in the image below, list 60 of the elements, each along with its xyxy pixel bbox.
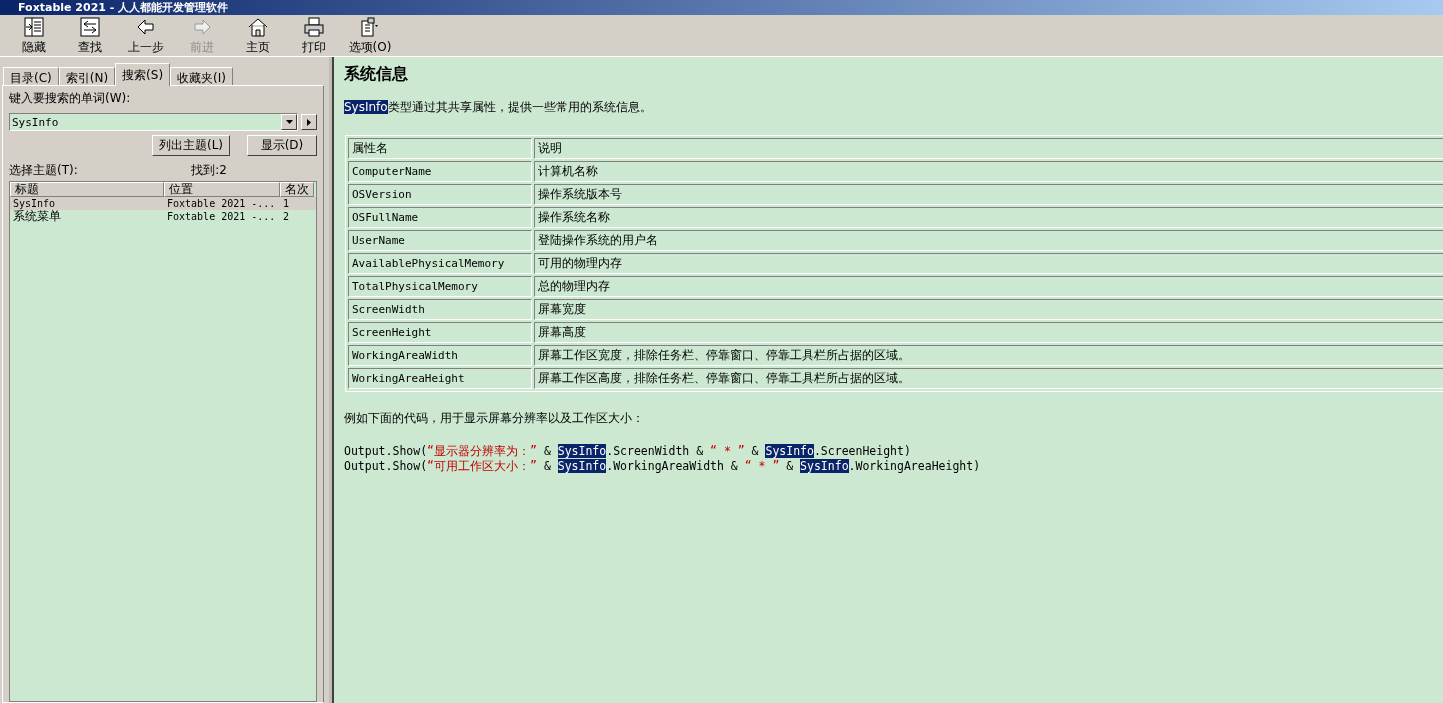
table-cell: 屏幕宽度 bbox=[534, 299, 1443, 320]
toolbar-button[interactable]: 主页 bbox=[230, 17, 286, 56]
search-field[interactable]: SysInfo bbox=[9, 113, 298, 131]
window-title: Foxtable 2021 - 人人都能开发管理软件 bbox=[18, 1, 229, 14]
table-cell: AvailablePhysicalMemory bbox=[348, 253, 532, 274]
table-cell: TotalPhysicalMemory bbox=[348, 276, 532, 297]
intro-paragraph: SysInfo类型通过其共享属性，提供一些常用的系统信息。 bbox=[344, 99, 653, 115]
found-count: 找到:2 bbox=[191, 162, 227, 179]
printer-icon bbox=[304, 17, 324, 37]
panel-tab[interactable]: 搜索(S) bbox=[115, 63, 171, 86]
topic-heading: 系统信息 bbox=[344, 63, 409, 85]
right-arrow-icon bbox=[192, 17, 212, 37]
column-header[interactable]: 位置 bbox=[164, 182, 280, 197]
panel-tab[interactable]: 收藏夹(I) bbox=[170, 67, 233, 85]
result-row[interactable]: SysInfo Foxtable 2021 -... 1 bbox=[10, 197, 316, 210]
code-line: Output.Show(“显示器分辨率为：” & SysInfo.ScreenWidth & “ * ” & SysInfo.ScreenHeight) bbox=[344, 444, 912, 459]
right-triangle-icon bbox=[307, 118, 311, 126]
table-cell: 总的物理内存 bbox=[534, 276, 1443, 297]
list-topics-button[interactable]: 列出主题(L) bbox=[152, 135, 230, 156]
document-settings-icon bbox=[360, 17, 380, 37]
column-header[interactable]: 名次 bbox=[280, 182, 314, 197]
table-cell: 计算机名称 bbox=[534, 161, 1443, 182]
table-cell: ComputerName bbox=[348, 161, 532, 182]
toolbar-button[interactable]: 隐藏 bbox=[6, 17, 62, 56]
table-cell: 可用的物理内存 bbox=[534, 253, 1443, 274]
toolbar-button[interactable]: 查找 bbox=[62, 17, 118, 56]
table-cell: OSVersion bbox=[348, 184, 532, 205]
toolbar-button[interactable]: 打印 bbox=[286, 17, 342, 56]
left-arrow-icon bbox=[136, 17, 156, 37]
table-cell: UserName bbox=[348, 230, 532, 251]
panel-tab[interactable]: 目录(C) bbox=[3, 67, 59, 85]
table-cell: ScreenHeight bbox=[348, 322, 532, 343]
find-icon bbox=[80, 17, 100, 37]
dropdown-button[interactable] bbox=[281, 114, 297, 130]
table-cell: 操作系统版本号 bbox=[534, 184, 1443, 205]
home-icon bbox=[248, 17, 268, 37]
pane-toggle-icon bbox=[24, 17, 44, 37]
table-cell: WorkingAreaWidth bbox=[348, 345, 532, 366]
table-cell: OSFullName bbox=[348, 207, 532, 228]
example-text: 例如下面的代码，用于显示屏幕分辨率以及工作区大小： bbox=[344, 410, 645, 426]
table-cell: 屏幕工作区宽度，排除任务栏、停靠窗口、停靠工具栏所占据的区域。 bbox=[534, 345, 1443, 366]
toolbar-button[interactable]: 上一步 bbox=[118, 17, 174, 56]
table-cell: WorkingAreaHeight bbox=[348, 368, 532, 389]
table-header-cell: 说明 bbox=[534, 138, 1443, 159]
table-cell: 屏幕工作区高度，排除任务栏、停靠窗口、停靠工具栏所占据的区域。 bbox=[534, 368, 1443, 389]
search-label: 键入要搜索的单词(W): bbox=[9, 90, 132, 107]
display-button[interactable]: 显示(D) bbox=[247, 135, 317, 156]
table-header-cell: 属性名 bbox=[348, 138, 532, 159]
caret-icon bbox=[285, 120, 293, 124]
result-row[interactable]: 系统菜单 Foxtable 2021 -... 2 bbox=[10, 210, 316, 223]
table-cell: 操作系统名称 bbox=[534, 207, 1443, 228]
panel-tab[interactable]: 索引(N) bbox=[58, 67, 116, 85]
column-header[interactable]: 标题 bbox=[10, 182, 164, 197]
topics-label: 选择主题(T): bbox=[9, 162, 78, 179]
expand-button[interactable] bbox=[301, 114, 317, 130]
table-cell: 登陆操作系统的用户名 bbox=[534, 230, 1443, 251]
toolbar-button[interactable]: 选项(O) bbox=[342, 17, 398, 56]
table-cell: ScreenWidth bbox=[348, 299, 532, 320]
code-line: Output.Show(“可用工作区大小：” & SysInfo.WorkingAreaWidth & “ * ” & SysInfo.WorkingAreaHeight) bbox=[344, 459, 982, 474]
table-cell: 屏幕高度 bbox=[534, 322, 1443, 343]
